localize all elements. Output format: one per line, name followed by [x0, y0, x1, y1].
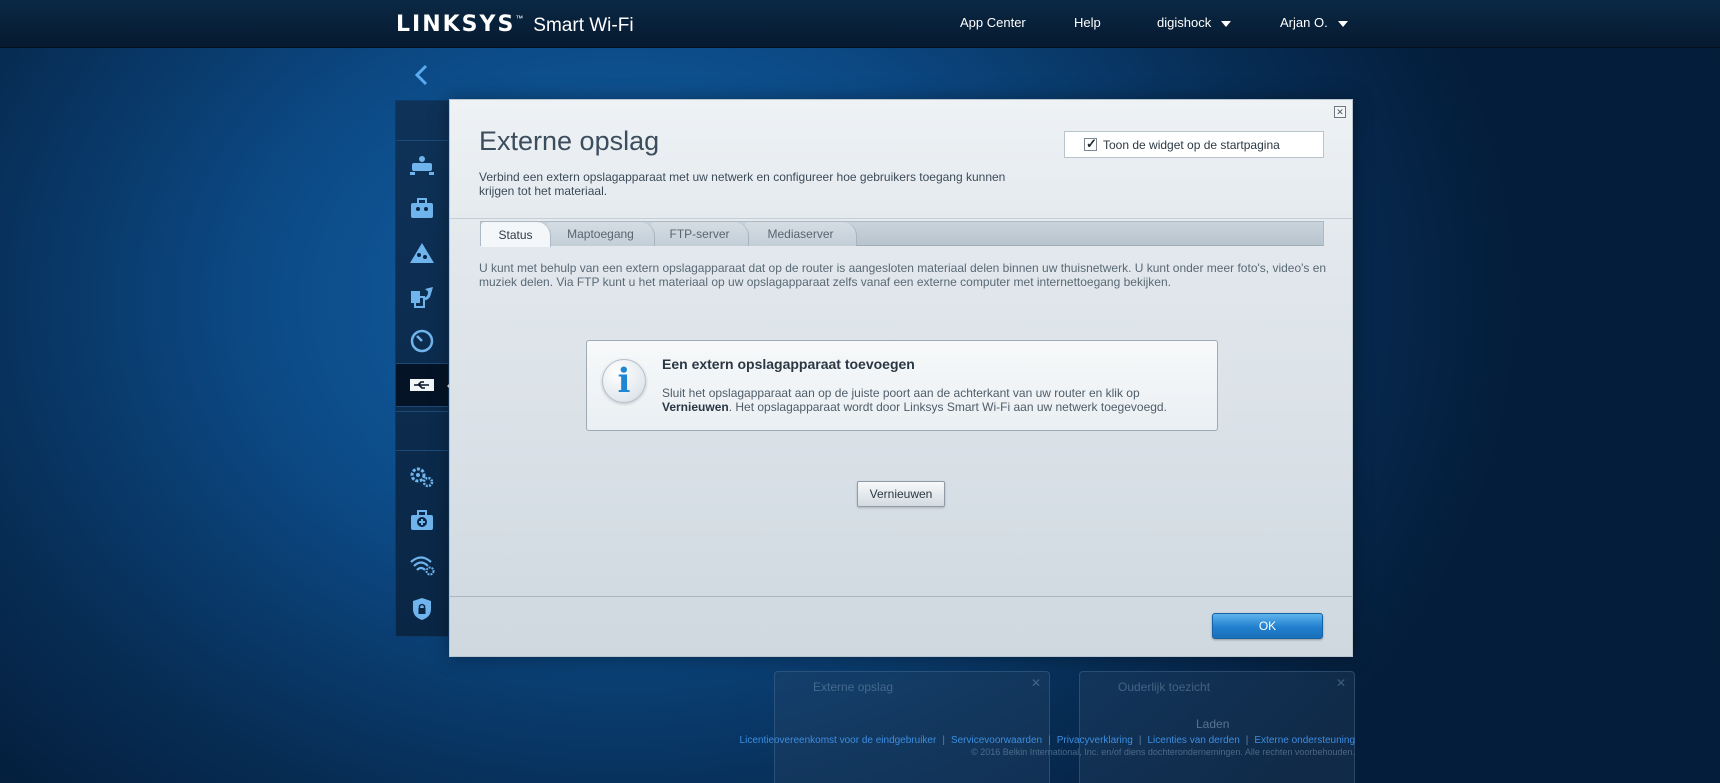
footer-link-terms[interactable]: Servicevoorwaarden — [951, 735, 1042, 746]
show-widget-label: Toon de widget op de startpagina — [1103, 137, 1280, 152]
ok-button[interactable]: OK — [1212, 613, 1323, 639]
footer-link-eula[interactable]: Licentieovereenkomst voor de eindgebruik… — [740, 735, 937, 746]
info-icon: i — [602, 359, 646, 403]
sidebar-item-troubleshooting[interactable] — [396, 499, 448, 543]
footer-link-third-party[interactable]: Licenties van derden — [1147, 735, 1239, 746]
footer-links: Licentieovereenkomst voor de eindgebruik… — [739, 735, 1355, 746]
tab-label: FTP-server — [669, 227, 730, 241]
checkbox-checked-icon[interactable] — [1084, 136, 1097, 152]
troubleshooting-icon — [411, 510, 433, 530]
sidebar — [395, 100, 454, 637]
logo-brand: LINKSYS — [396, 12, 516, 37]
show-widget-checkbox[interactable]: Toon de widget op de startpagina — [1064, 131, 1324, 158]
info-title: Een extern opslagapparaat toevoegen — [662, 356, 915, 372]
tab-mediaserver[interactable]: Mediaserver — [745, 222, 857, 246]
sidebar-item-guest-access[interactable] — [396, 187, 448, 231]
footer-link-remote-support[interactable]: Externe ondersteuning — [1254, 735, 1355, 746]
network-map-icon — [410, 156, 434, 175]
dialog-title: Externe opslag — [479, 126, 660, 156]
chevron-down-icon — [1337, 20, 1348, 27]
add-storage-info-box: i Een extern opslagapparaat toevoegen Sl… — [586, 340, 1218, 431]
speed-test-icon — [410, 329, 434, 353]
nav-app-center-label: App Center — [960, 15, 1026, 30]
parental-controls-icon — [410, 243, 434, 263]
nav-help-label: Help — [1074, 15, 1101, 30]
bg-widget-title: Externe opslag — [813, 680, 894, 694]
sidebar-item-wireless[interactable] — [396, 543, 448, 587]
tab-maptoegang[interactable]: Maptoegang — [547, 222, 655, 246]
usb-storage-icon — [410, 379, 434, 391]
status-intro-text: U kunt met behulp van een extern opslaga… — [479, 261, 1327, 289]
tab-ftp-server[interactable]: FTP-server — [651, 222, 749, 246]
close-icon: ✕ — [1335, 676, 1346, 690]
sidebar-item-network-map[interactable] — [396, 143, 448, 187]
chevron-down-icon — [1221, 20, 1232, 27]
close-icon[interactable]: ✕ — [1334, 106, 1346, 118]
tab-bar: Status Maptoegang FTP-server Mediaserver — [480, 221, 1324, 247]
tab-status[interactable]: Status — [481, 222, 551, 247]
header-divider — [450, 218, 1352, 219]
sidebar-item-security[interactable] — [396, 587, 448, 631]
nav-app-center[interactable]: App Center — [960, 15, 1026, 30]
security-icon — [413, 598, 431, 620]
nav-router-menu[interactable]: digishock — [1157, 15, 1232, 30]
dialog-description: Verbind een extern opslagapparaat met uw… — [479, 170, 1006, 198]
nav-router-label: digishock — [1157, 15, 1212, 30]
sidebar-item-connectivity[interactable] — [396, 455, 448, 499]
logo-product: Smart Wi-Fi — [533, 15, 634, 36]
external-storage-dialog: ✕ Externe opslag Verbind een extern opsl… — [449, 99, 1353, 657]
sidebar-item-media-prioritization[interactable] — [396, 275, 448, 319]
chevron-left-icon — [414, 64, 428, 86]
sidebar-item-usb-storage[interactable] — [396, 363, 454, 407]
bg-widget-external-storage: Externe opslag ✕ — [774, 671, 1050, 783]
sidebar-item-parental-controls[interactable] — [396, 231, 448, 275]
app-root: LINKSYS ™ Smart Wi-Fi App Center Help di… — [0, 0, 1720, 783]
guest-access-icon — [411, 198, 433, 218]
back-button[interactable] — [395, 60, 447, 90]
close-icon: ✕ — [1030, 676, 1041, 690]
copyright-text: © 2016 Belkin International, Inc. en/of … — [971, 747, 1355, 757]
nav-user-label: Arjan O. — [1280, 15, 1328, 30]
bg-loading-text: Laden — [1196, 717, 1230, 731]
tab-label: Mediaserver — [767, 227, 834, 241]
bg-widget-title: Ouderlijk toezicht — [1118, 680, 1211, 694]
sidebar-blank-slot — [396, 101, 448, 141]
sidebar-blank-slot — [396, 411, 448, 451]
media-prioritization-icon — [411, 287, 433, 308]
wireless-icon — [410, 556, 435, 576]
nav-help[interactable]: Help — [1074, 15, 1101, 30]
settings-gears-icon — [410, 467, 434, 488]
footer-link-privacy[interactable]: Privacyverklaring — [1057, 735, 1133, 746]
logo-trademark: ™ — [515, 14, 524, 23]
linksys-logo[interactable]: LINKSYS ™ Smart Wi-Fi — [396, 12, 634, 37]
nav-user-menu[interactable]: Arjan O. — [1280, 15, 1348, 30]
footer-divider — [450, 596, 1352, 597]
info-text: Sluit het opslagapparaat aan op de juist… — [662, 386, 1167, 414]
tab-label: Maptoegang — [567, 227, 634, 241]
tab-label: Status — [498, 227, 533, 242]
refresh-button[interactable]: Vernieuwen — [857, 481, 945, 507]
sidebar-item-speed-test[interactable] — [396, 319, 448, 363]
top-header: LINKSYS ™ Smart Wi-Fi App Center Help di… — [0, 0, 1720, 48]
